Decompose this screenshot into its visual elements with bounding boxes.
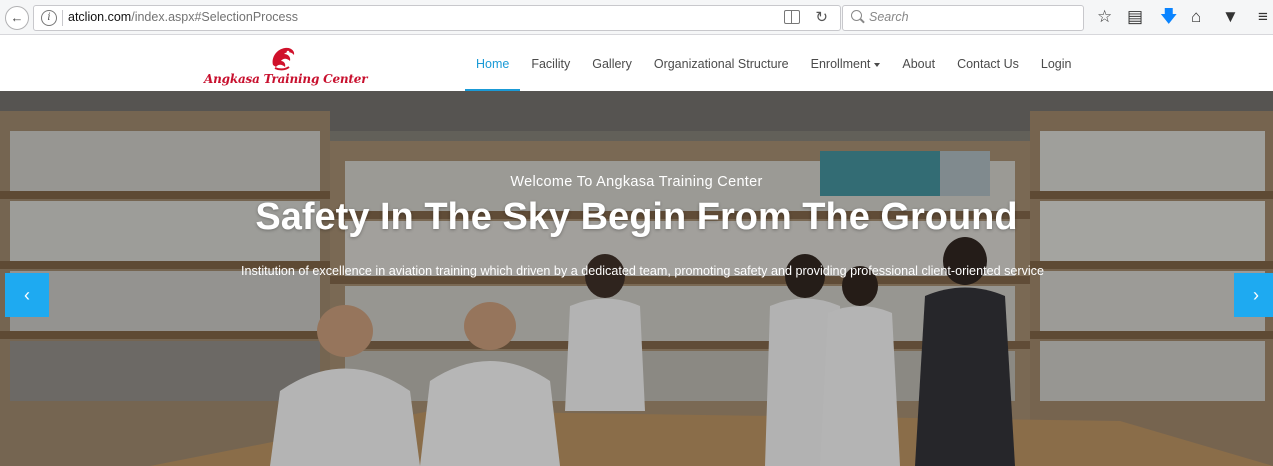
nav-facility-label: Facility [531, 57, 571, 71]
nav-gallery-label: Gallery [592, 57, 632, 71]
nav-enrollment-label: Enrollment [810, 57, 871, 71]
bookmark-star-icon[interactable]: ☆ [1097, 6, 1112, 28]
back-arrow-icon[interactable]: ← [5, 6, 29, 30]
nav-organizational-structure-label: Organizational Structure [653, 57, 789, 71]
lion-logo-icon [272, 47, 295, 71]
nav-home-label: Home [476, 57, 510, 71]
address-bar[interactable]: i atclion.com/index.aspx#SelectionProces… [33, 5, 841, 31]
nav-contact-us[interactable]: Contact Us [946, 35, 1030, 91]
chevron-left-icon: ‹ [24, 285, 30, 305]
slider-next-button[interactable]: › [1234, 273, 1273, 317]
logo-text: Angkasa Training Center [204, 72, 368, 86]
slider-prev-button[interactable]: ‹ [5, 273, 49, 317]
nav-enrollment[interactable]: Enrollment [800, 35, 892, 91]
site-header: Angkasa Training Center Home Facility Ga… [0, 35, 1273, 91]
nav-login[interactable]: Login [1030, 35, 1083, 91]
search-icon [851, 10, 862, 21]
chevron-down-icon [874, 62, 881, 67]
urlbar-divider [62, 10, 63, 26]
nav-facility[interactable]: Facility [520, 35, 581, 91]
nav-login-label: Login [1040, 57, 1072, 71]
browser-toolbar: ← i atclion.com/index.aspx#SelectionProc… [0, 0, 1273, 35]
url-text[interactable]: atclion.com/index.aspx#SelectionProcess [68, 10, 298, 24]
nav-about[interactable]: About [891, 35, 946, 91]
nav-contact-us-label: Contact Us [957, 57, 1019, 71]
pocket-icon[interactable]: ▼ [1222, 6, 1239, 28]
nav-gallery[interactable]: Gallery [581, 35, 643, 91]
nav-about-label: About [902, 57, 936, 71]
download-icon[interactable]: 🡇 [1160, 6, 1177, 28]
home-icon[interactable]: ⌂ [1191, 6, 1201, 28]
chevron-right-icon: › [1253, 285, 1259, 305]
nav-organizational-structure[interactable]: Organizational Structure [643, 35, 800, 91]
reader-view-icon[interactable] [784, 10, 800, 24]
url-path: /index.aspx#SelectionProcess [131, 10, 298, 24]
url-domain: atclion.com [68, 10, 132, 24]
reading-list-icon[interactable]: ▤ [1127, 6, 1143, 28]
search-bar[interactable]: Search [842, 5, 1084, 31]
hero-title: Safety In The Sky Begin From The Ground [255, 196, 1018, 238]
hero-description: Institution of excellence in aviation tr… [241, 264, 1044, 278]
search-placeholder: Search [869, 10, 909, 24]
nav-home[interactable]: Home [465, 35, 521, 91]
hero-slider: Welcome To Angkasa Training Center Safet… [0, 91, 1273, 466]
site-info-icon[interactable]: i [41, 10, 57, 26]
hero-welcome-text: Welcome To Angkasa Training Center [510, 174, 763, 190]
site-logo[interactable]: Angkasa Training Center [204, 43, 368, 91]
main-nav: Home Facility Gallery Organizational Str… [465, 35, 1083, 91]
menu-icon[interactable]: ≡ [1258, 6, 1268, 28]
reload-icon[interactable]: ↻ [815, 8, 828, 26]
